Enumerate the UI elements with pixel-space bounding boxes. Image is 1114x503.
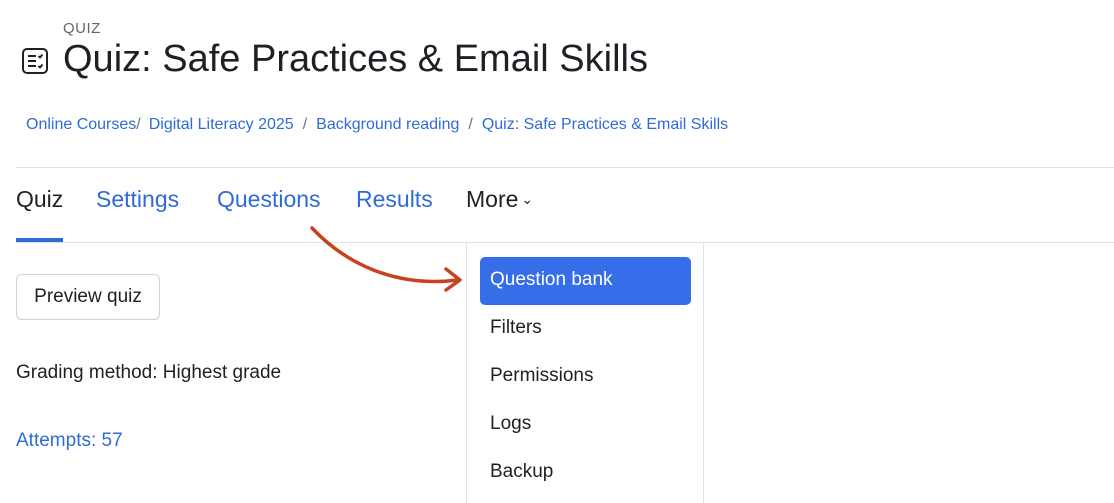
menu-item-permissions[interactable]: Permissions bbox=[480, 353, 691, 401]
menu-item-logs[interactable]: Logs bbox=[480, 401, 691, 449]
header-divider bbox=[16, 167, 1114, 168]
tab-questions[interactable]: Questions bbox=[217, 186, 321, 213]
tab-settings[interactable]: Settings bbox=[96, 186, 179, 213]
breadcrumb-separator: / bbox=[136, 116, 141, 133]
grading-method-text: Grading method: Highest grade bbox=[16, 362, 282, 383]
attempts-link[interactable]: Attempts: 57 bbox=[16, 430, 123, 452]
preview-quiz-button[interactable]: Preview quiz bbox=[16, 274, 160, 320]
tab-more[interactable]: More ⌄ bbox=[466, 186, 533, 213]
more-dropdown-menu: Question bank Filters Permissions Logs B… bbox=[466, 243, 704, 503]
chevron-down-icon: ⌄ bbox=[521, 191, 534, 207]
breadcrumb-background-reading[interactable]: Background reading bbox=[316, 116, 459, 133]
menu-item-backup[interactable]: Backup bbox=[480, 449, 691, 497]
menu-item-filters[interactable]: Filters bbox=[480, 305, 691, 353]
menu-item-question-bank[interactable]: Question bank bbox=[480, 257, 691, 305]
tab-results[interactable]: Results bbox=[356, 186, 433, 213]
quiz-icon bbox=[22, 48, 48, 74]
breadcrumb-separator: / bbox=[302, 116, 308, 133]
breadcrumb-current-quiz[interactable]: Quiz: Safe Practices & Email Skills bbox=[482, 116, 728, 133]
activity-type-label: QUIZ bbox=[63, 20, 101, 37]
tab-more-label: More bbox=[466, 186, 519, 212]
page: QUIZ Quiz: Safe Practices & Email Skills… bbox=[0, 0, 1114, 503]
breadcrumb-digital-literacy[interactable]: Digital Literacy 2025 bbox=[149, 116, 294, 133]
breadcrumb-online-courses[interactable]: Online Courses bbox=[26, 116, 136, 133]
breadcrumb-separator: / bbox=[468, 116, 473, 133]
page-title: Quiz: Safe Practices & Email Skills bbox=[63, 38, 648, 80]
curved-arrow-icon bbox=[310, 226, 462, 292]
tab-quiz[interactable]: Quiz bbox=[16, 186, 64, 242]
breadcrumb: Online Courses/Digital Literacy 2025/Bac… bbox=[26, 116, 728, 134]
